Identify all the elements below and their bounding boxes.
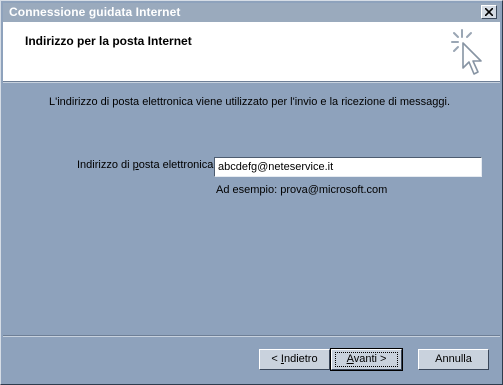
close-button[interactable] [481, 5, 497, 19]
close-icon [485, 8, 493, 16]
header-divider-highlight [3, 82, 500, 83]
next-button-label: Avanti > [335, 352, 398, 367]
email-field[interactable] [214, 157, 482, 177]
wizard-header: Indirizzo per la posta Internet [3, 22, 500, 81]
example-hint: Ad esempio: prova@microsoft.com [216, 184, 388, 196]
description-text: L'indirizzo di posta elettronica viene u… [49, 96, 451, 108]
next-button[interactable]: Avanti > [330, 348, 403, 371]
wizard-window: Connessione guidata Internet Indirizzo p… [0, 0, 503, 385]
email-label-text: Indirizzo di posta elettronica: [77, 159, 217, 171]
email-label: Indirizzo di posta elettronica: [77, 159, 216, 171]
back-button-label: < Indietro [271, 353, 318, 365]
back-button[interactable]: < Indietro [259, 349, 330, 370]
title-bar[interactable]: Connessione guidata Internet [3, 3, 500, 22]
window-title: Connessione guidata Internet [9, 5, 181, 19]
footer-divider-highlight [3, 336, 500, 337]
cancel-button[interactable]: Annulla [418, 349, 489, 370]
page-title: Indirizzo per la posta Internet [25, 34, 192, 48]
wizard-sparkle-cursor-icon [451, 29, 482, 75]
